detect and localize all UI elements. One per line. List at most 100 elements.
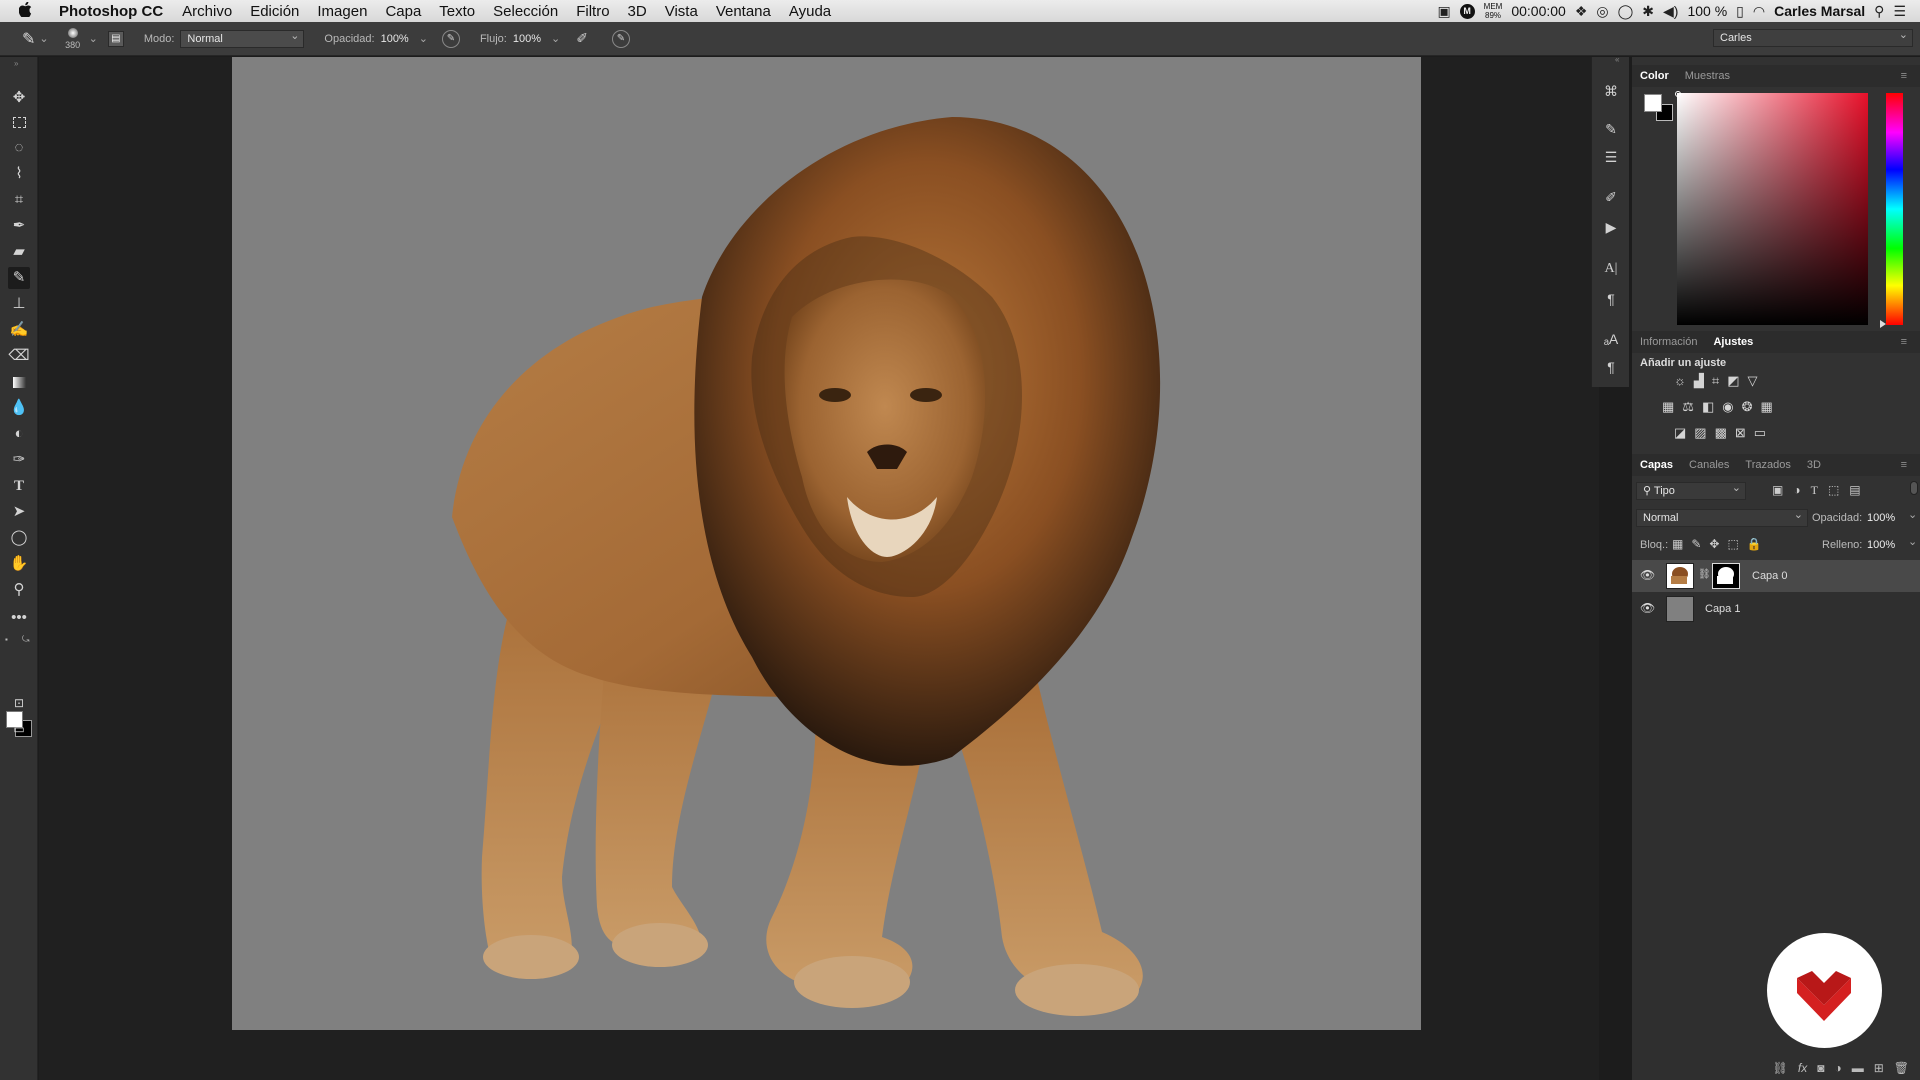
quick-mask-icon[interactable]: ⊡ [8, 692, 30, 714]
flow-value[interactable]: 100% [513, 33, 541, 45]
opacity-chevron-icon[interactable]: ⌄ [419, 32, 428, 45]
layer-mask-thumbnail[interactable] [1712, 563, 1740, 589]
healing-brush-tool-icon[interactable]: ▰ [8, 241, 30, 263]
crop-tool-icon[interactable]: ⌗ [8, 189, 30, 211]
fill-value[interactable]: 100% [1867, 539, 1895, 551]
brightness-icon[interactable]: ☼ [1674, 373, 1686, 389]
filter-adjustment-icon[interactable]: ◑ [1793, 483, 1800, 498]
eyedropper-tool-icon[interactable]: ✒ [8, 215, 30, 237]
paragraph-styles-icon[interactable]: ¶ [1601, 357, 1621, 377]
actions-play-icon[interactable]: ▶ [1601, 217, 1621, 237]
new-group-icon[interactable]: ▬ [1852, 1061, 1864, 1075]
photo-filter-icon[interactable]: ◉ [1722, 399, 1733, 415]
type-tool-icon[interactable]: T [8, 475, 30, 497]
visibility-eye-icon[interactable]: 👁 [1640, 568, 1655, 582]
menu-3d[interactable]: 3D [619, 3, 656, 20]
brush-panel-toggle-icon[interactable]: ▤ [107, 30, 124, 47]
battery-icon[interactable]: ▯ [1736, 3, 1744, 20]
menu-filtro[interactable]: Filtro [567, 3, 618, 20]
tab-color[interactable]: Color [1632, 65, 1677, 87]
tab-swatches[interactable]: Muestras [1677, 65, 1738, 87]
screen-mode-icon[interactable]: ▭ [8, 718, 30, 740]
color-saturation-field[interactable] [1677, 93, 1868, 325]
history-brush-tool-icon[interactable]: ✍ [8, 319, 30, 341]
quick-selection-tool-icon[interactable]: ⌇ [8, 163, 30, 185]
creative-cloud-icon[interactable]: ◎ [1596, 3, 1608, 20]
toggle-icon[interactable]: ◯ [1618, 3, 1634, 20]
panel-menu-icon[interactable]: ≡ [1893, 65, 1915, 87]
mode-select[interactable]: Normal [180, 28, 305, 48]
bluetooth-icon[interactable]: ✱ [1642, 3, 1654, 20]
pen-tool-icon[interactable]: ✑ [8, 449, 30, 471]
eraser-tool-icon[interactable]: ⌫ [8, 345, 30, 367]
dropbox-icon[interactable]: ❖ [1575, 3, 1588, 20]
panel-menu-icon[interactable]: ≡ [1893, 454, 1915, 476]
ellipse-tool-icon[interactable]: ◯ [8, 527, 30, 549]
delete-layer-icon[interactable]: 🗑 [1894, 1061, 1909, 1075]
marquee-tool-icon[interactable] [8, 111, 30, 133]
flow-chevron-icon[interactable]: ⌄ [551, 32, 560, 45]
tab-channels[interactable]: Canales [1681, 454, 1737, 476]
menu-vista[interactable]: Vista [656, 3, 707, 20]
brush-chevron-icon[interactable]: ⌄ [89, 32, 98, 45]
lock-pixels-icon[interactable]: ✎ [1691, 537, 1701, 551]
lock-transparent-icon[interactable]: ▦ [1672, 537, 1683, 551]
exposure-icon[interactable]: ◩ [1727, 373, 1739, 389]
menu-capa[interactable]: Capa [376, 3, 430, 20]
filter-type-icon[interactable]: T [1811, 483, 1818, 498]
tool-preset-chevron-icon[interactable]: ⌄ [39, 32, 48, 45]
visibility-eye-icon[interactable]: 👁 [1640, 601, 1655, 615]
posterize-icon[interactable]: ▨ [1694, 425, 1706, 441]
menu-imagen[interactable]: Imagen [308, 3, 376, 20]
new-layer-icon[interactable]: ⊞ [1874, 1061, 1884, 1075]
menu-seleccion[interactable]: Selección [484, 3, 567, 20]
brush-presets-icon[interactable]: ✎ [1601, 119, 1621, 139]
levels-icon[interactable]: ▟ [1694, 373, 1704, 389]
panel-menu-icon[interactable]: ≡ [1893, 331, 1915, 353]
color-lookup-icon[interactable]: ▦ [1761, 399, 1773, 415]
paragraph-panel-icon[interactable]: ¶ [1601, 289, 1621, 309]
filter-smart-object-icon[interactable]: ▤ [1849, 483, 1860, 498]
vibrance-icon[interactable]: ▽ [1748, 373, 1758, 389]
properties-panel-icon[interactable]: ☰ [1601, 147, 1621, 167]
filter-shape-icon[interactable]: ⬚ [1828, 483, 1839, 498]
spotlight-search-icon[interactable]: ⚲ [1874, 3, 1884, 20]
layer-row-capa-1[interactable]: 👁 Capa 1 [1632, 593, 1920, 625]
camera-icon[interactable]: ▣ [1437, 3, 1450, 20]
menu-ayuda[interactable]: Ayuda [780, 3, 840, 20]
lock-artboard-icon[interactable]: ⬚ [1727, 537, 1738, 551]
workspace-select[interactable]: Carles [1713, 27, 1913, 47]
color-picker-handle[interactable] [1675, 91, 1681, 97]
dock-collapse-icon[interactable]: « [1615, 55, 1619, 64]
selective-color-icon[interactable]: ⊠ [1735, 425, 1746, 441]
channel-mixer-icon[interactable]: ❂ [1742, 399, 1753, 415]
lock-position-icon[interactable]: ✥ [1709, 537, 1719, 551]
lasso-tool-icon[interactable]: ◌ [8, 137, 30, 159]
menu-texto[interactable]: Texto [430, 3, 484, 20]
airbrush-icon[interactable]: ✐ [576, 30, 588, 47]
apple-icon[interactable] [0, 1, 50, 21]
battery-percent[interactable]: 100 % [1687, 3, 1727, 19]
swap-colors-icon[interactable]: ⤿ [22, 634, 30, 645]
tab-info[interactable]: Información [1632, 331, 1705, 353]
brush-settings-icon[interactable]: ✐ [1601, 187, 1621, 207]
history-panel-icon[interactable]: ⌘ [1601, 81, 1621, 101]
filter-toggle-icon[interactable] [1910, 481, 1918, 495]
color-foreground-swatch[interactable] [1644, 94, 1662, 112]
curves-icon[interactable]: ⌗ [1712, 373, 1719, 389]
user-name[interactable]: Carles Marsal [1774, 3, 1865, 19]
menu-edicion[interactable]: Edición [241, 3, 308, 20]
tab-adjustments[interactable]: Ajustes [1705, 331, 1761, 353]
move-tool-icon[interactable]: ✥ [8, 87, 30, 109]
color-balance-icon[interactable]: ⚖ [1682, 399, 1694, 415]
m-badge-icon[interactable]: M [1459, 3, 1475, 19]
pressure-opacity-icon[interactable]: ✎ [441, 29, 460, 48]
tab-paths[interactable]: Trazados [1737, 454, 1798, 476]
more-tools-icon[interactable]: ••• [8, 607, 30, 629]
gradient-tool-icon[interactable] [8, 371, 30, 393]
hue-slider-handle[interactable] [1880, 320, 1886, 328]
brush-tool-icon[interactable]: ✎ [22, 29, 35, 49]
blend-mode-select[interactable]: Normal [1636, 507, 1808, 527]
add-mask-icon[interactable]: ◙ [1817, 1061, 1824, 1075]
black-white-icon[interactable]: ◧ [1702, 399, 1714, 415]
